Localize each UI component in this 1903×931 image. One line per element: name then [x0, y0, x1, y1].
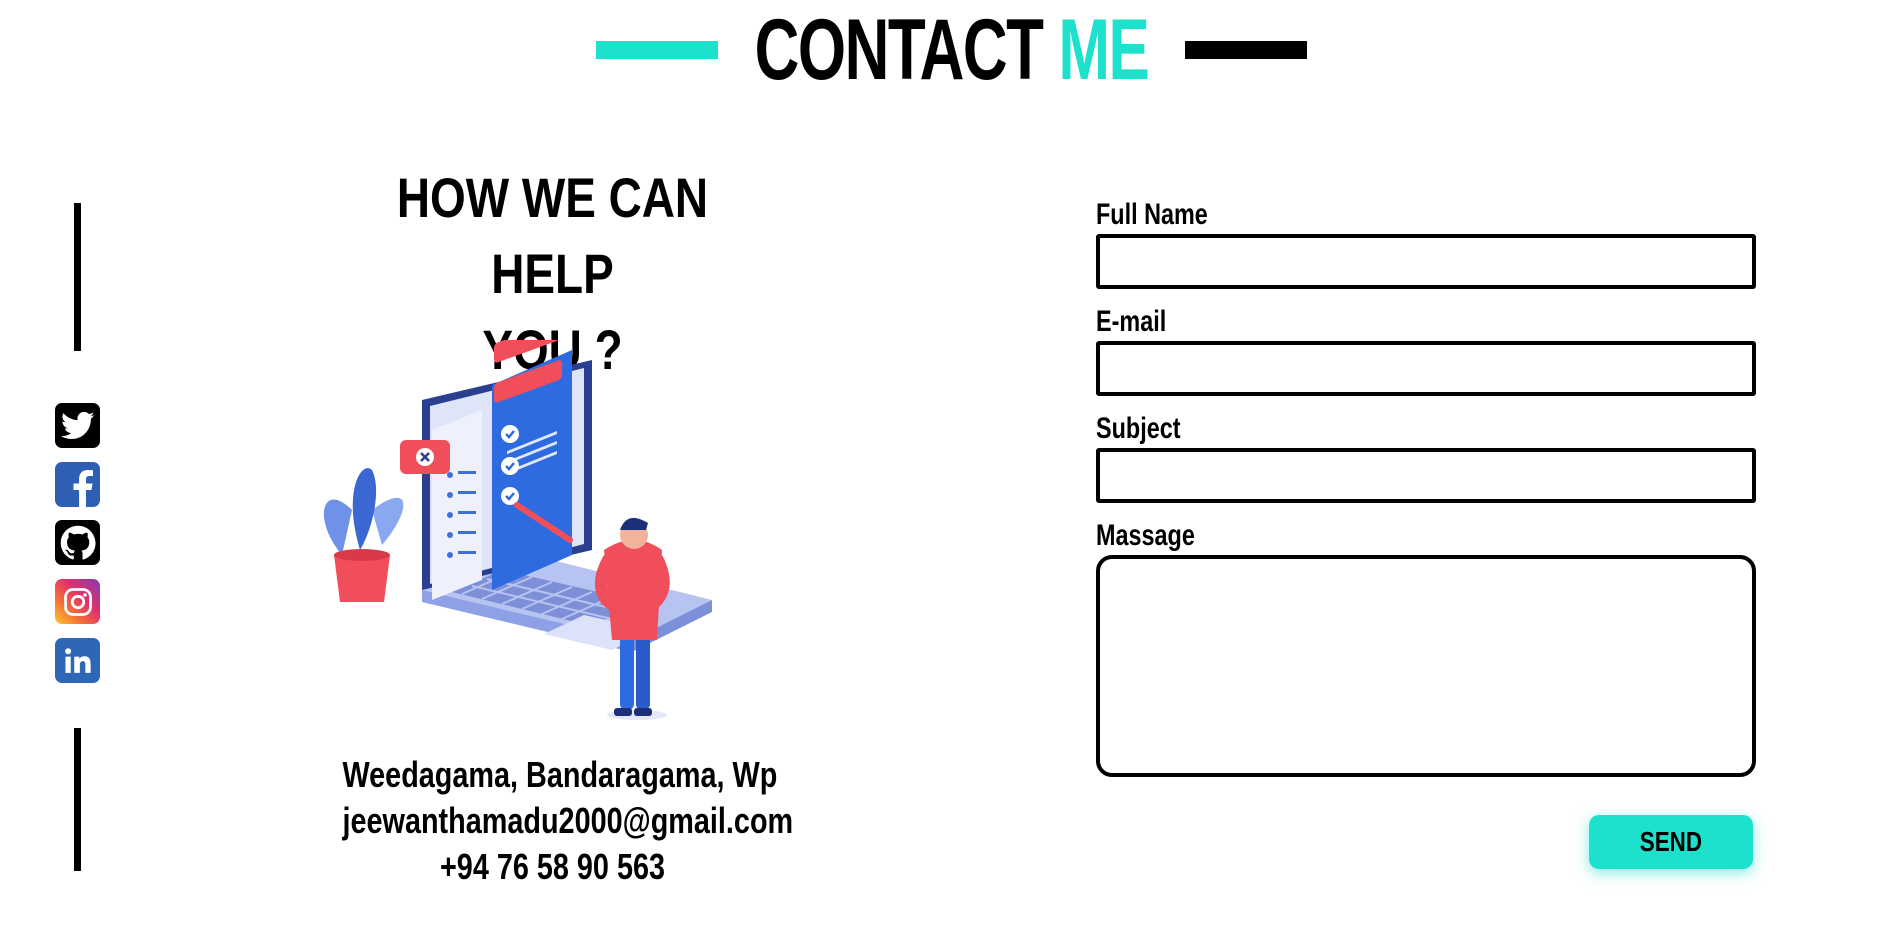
send-button[interactable]: SEND — [1589, 815, 1753, 869]
contact-page: CONTACT ME HOW WE CAN HELP YOU ? Weedaga… — [0, 0, 1903, 931]
title-right-bar — [1184, 41, 1307, 59]
title-text: CONTACT ME — [755, 7, 1150, 93]
send-button-label: SEND — [1639, 826, 1703, 857]
contact-info: Weedagama, Bandaragama, Wp jeewanthamadu… — [290, 752, 815, 890]
email-label: E-mail — [1096, 305, 1167, 338]
email-input[interactable] — [1096, 341, 1756, 396]
subject-input[interactable] — [1096, 448, 1756, 503]
twitter-icon[interactable] — [55, 403, 100, 448]
rail-line-top — [74, 203, 81, 351]
message-label: Massage — [1096, 519, 1195, 552]
title-left-bar — [596, 41, 719, 59]
contact-phone: +94 76 58 90 563 — [439, 846, 666, 887]
instagram-icon[interactable] — [55, 579, 100, 624]
contact-email: jeewanthamadu2000@gmail.com — [342, 800, 794, 841]
github-icon[interactable] — [55, 520, 100, 565]
contact-address: Weedagama, Bandaragama, Wp — [342, 754, 778, 795]
facebook-icon[interactable] — [55, 462, 100, 507]
message-textarea[interactable] — [1096, 555, 1756, 777]
full-name-input[interactable] — [1096, 234, 1756, 289]
title-word-me: ME — [1058, 2, 1149, 98]
page-title: CONTACT ME — [0, 0, 1903, 100]
subject-label: Subject — [1096, 412, 1181, 445]
rail-line-bottom — [74, 728, 81, 871]
help-heading-line1: HOW WE CAN HELP — [396, 166, 709, 305]
linkedin-icon[interactable] — [55, 638, 100, 683]
full-name-label: Full Name — [1096, 198, 1208, 231]
title-word-contact: CONTACT — [754, 2, 1044, 98]
person-with-laptop-illustration — [312, 320, 722, 720]
contact-form: Full Name E-mail Subject Massage — [1096, 196, 1756, 777]
